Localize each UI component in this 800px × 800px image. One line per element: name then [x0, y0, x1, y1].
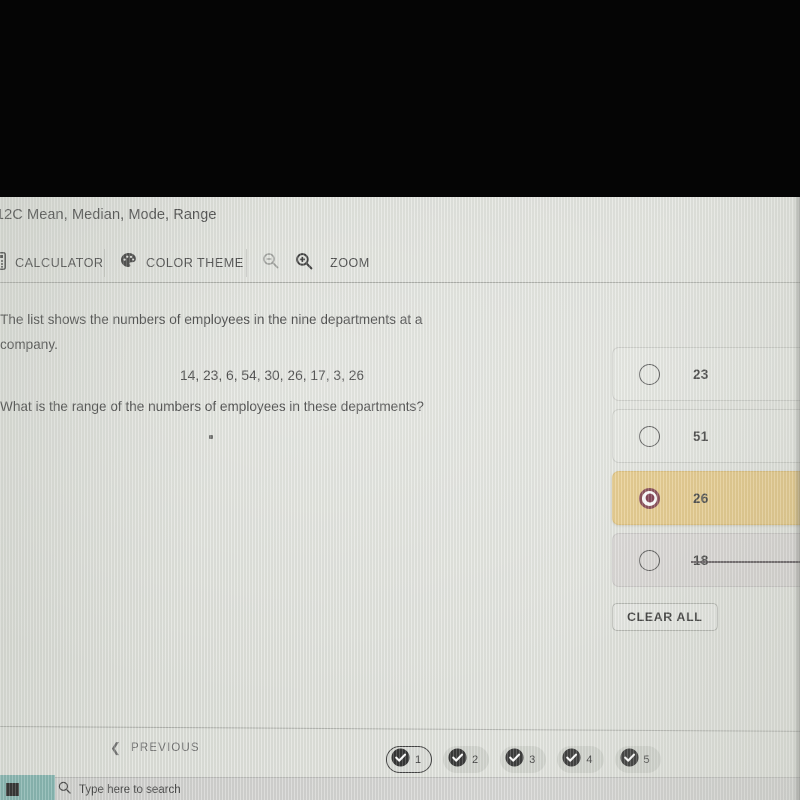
- question-line-2: company.: [0, 337, 58, 352]
- check-circle-icon: [620, 748, 639, 772]
- pager-item-2[interactable]: 2: [443, 746, 490, 773]
- palette-icon: [120, 252, 137, 274]
- answer-option-label-1: 23: [693, 366, 709, 382]
- zoom-controls: ZOOM: [262, 248, 370, 278]
- check-circle-icon: [391, 748, 410, 772]
- search-icon: [58, 781, 71, 799]
- clear-all-button[interactable]: CLEAR ALL: [612, 603, 718, 631]
- question-area: The list shows the numbers of employees …: [0, 307, 600, 419]
- pager-item-5[interactable]: 5: [614, 746, 661, 773]
- footer-divider: [0, 726, 800, 732]
- radio-button-1[interactable]: [639, 363, 660, 385]
- calculator-button[interactable]: CALCULATOR: [0, 248, 104, 278]
- toolbar-bottom-divider: [0, 282, 800, 283]
- check-circle-icon: [562, 748, 581, 772]
- windows-start-icon[interactable]: [6, 783, 19, 796]
- zoom-label: ZOOM: [330, 256, 370, 270]
- answer-option-1[interactable]: 23: [612, 347, 800, 401]
- pager-item-3[interactable]: 3: [500, 746, 547, 773]
- question-pager: 1 2 3 4 5: [386, 746, 661, 773]
- screenshot-root: 12C Mean, Median, Mode, Range CALCULATOR…: [0, 0, 800, 800]
- pager-item-1[interactable]: 1: [386, 746, 433, 773]
- magnifier-plus-icon[interactable]: [295, 252, 313, 275]
- pager-number-5: 5: [643, 753, 650, 766]
- previous-label: PREVIOUS: [131, 741, 200, 754]
- pager-number-4: 4: [586, 753, 593, 766]
- radio-button-2[interactable]: [639, 425, 660, 447]
- letterbox-top: [0, 0, 800, 197]
- strikethrough-mark: [691, 561, 800, 563]
- pager-item-4[interactable]: 4: [557, 746, 604, 773]
- question-prompt: What is the range of the numbers of empl…: [0, 399, 424, 414]
- calculator-label: CALCULATOR: [15, 256, 104, 270]
- previous-button[interactable]: ❮ PREVIOUS: [110, 741, 200, 754]
- quiz-app-window: 12C Mean, Median, Mode, Range CALCULATOR…: [0, 197, 800, 800]
- magnifier-minus-icon[interactable]: [262, 252, 279, 274]
- answer-option-label-4: 18: [693, 552, 709, 568]
- color-theme-label: COLOR THEME: [146, 256, 244, 270]
- color-theme-button[interactable]: COLOR THEME: [120, 248, 244, 278]
- taskbar-search-placeholder: Type here to search: [79, 784, 181, 796]
- stray-mark: [209, 435, 213, 439]
- chevron-left-icon: ❮: [110, 740, 122, 755]
- pager-number-1: 1: [415, 753, 422, 766]
- answer-option-4[interactable]: 18: [612, 533, 800, 587]
- check-circle-icon: [505, 748, 524, 772]
- radio-button-4[interactable]: [639, 549, 660, 571]
- answer-option-label-3: 26: [693, 490, 709, 506]
- answer-option-3[interactable]: 26: [612, 471, 800, 525]
- question-data-list: 14, 23, 6, 54, 30, 26, 17, 3, 26: [180, 368, 365, 383]
- check-circle-icon: [448, 748, 467, 772]
- photo-right-edge: [794, 197, 800, 800]
- toolbar: CALCULATOR COLOR THEME ZOOM: [0, 245, 800, 281]
- pager-number-2: 2: [472, 753, 479, 766]
- answer-option-2[interactable]: 51: [612, 409, 800, 463]
- radio-button-3[interactable]: [639, 487, 660, 509]
- answer-options-list: 23 51 26 18: [612, 347, 800, 595]
- taskbar-search[interactable]: Type here to search: [58, 781, 181, 799]
- calculator-icon: [0, 251, 6, 275]
- question-line-1: The list shows the numbers of employees …: [0, 312, 423, 327]
- answer-option-label-2: 51: [693, 428, 709, 444]
- assignment-title: 12C Mean, Median, Mode, Range: [0, 207, 217, 223]
- pager-number-3: 3: [529, 753, 536, 766]
